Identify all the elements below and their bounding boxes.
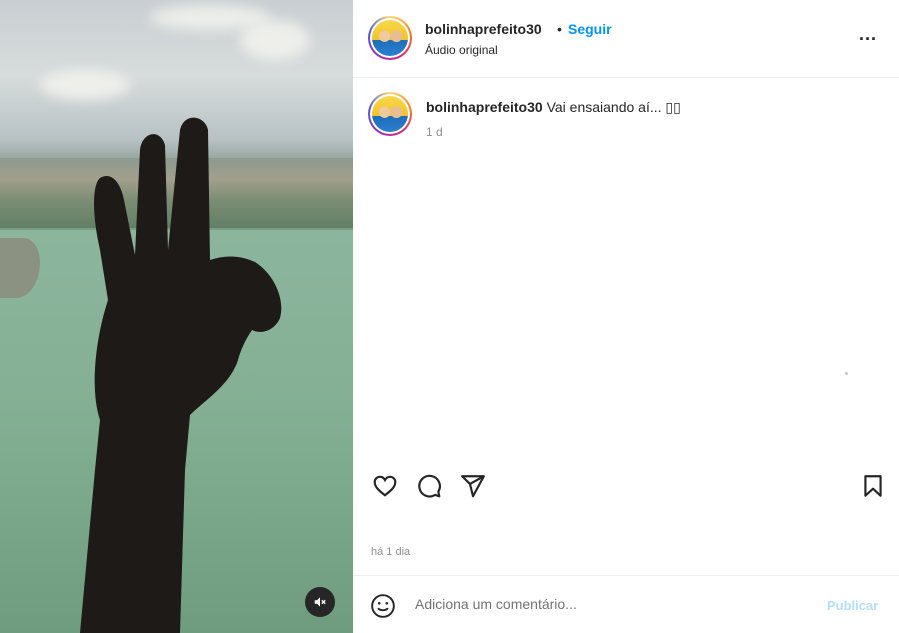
caption-username[interactable]: bolinhaprefeito30: [426, 99, 543, 115]
author-avatar[interactable]: [368, 16, 412, 60]
post-date[interactable]: há 1 dia: [371, 546, 410, 558]
post-caption: bolinhaprefeito30 Vai ensaiando aí... ▯▯…: [353, 78, 899, 178]
post-video[interactable]: [0, 0, 353, 633]
caption-timestamp: 1 d: [426, 125, 443, 139]
comment-bar: Publicar: [353, 575, 899, 633]
caption-avatar[interactable]: [368, 92, 412, 136]
comment-input[interactable]: [415, 596, 815, 612]
speaker-muted-icon: [314, 597, 326, 607]
separator-dot: •: [557, 21, 562, 37]
save-button[interactable]: [857, 470, 889, 502]
heart-icon: [373, 475, 397, 497]
author-username[interactable]: bolinhaprefeito30: [425, 21, 542, 37]
loading-speck: [845, 372, 848, 375]
comment-icon: [418, 474, 441, 498]
action-bar: [353, 470, 899, 510]
audio-label[interactable]: Áudio original: [425, 43, 498, 57]
hand-silhouette: [80, 117, 282, 633]
post-details-panel: bolinhaprefeito30 • Seguir Áudio origina…: [353, 0, 899, 633]
publish-button[interactable]: Publicar: [827, 598, 878, 613]
like-button[interactable]: [369, 470, 401, 502]
more-options-icon[interactable]: ...: [859, 24, 877, 45]
emoji-icon[interactable]: [370, 593, 396, 619]
mute-button[interactable]: [305, 587, 335, 617]
paper-plane-icon: [461, 475, 485, 498]
post-header: bolinhaprefeito30 • Seguir Áudio origina…: [353, 0, 899, 78]
comment-button[interactable]: [413, 470, 445, 502]
bookmark-icon: [864, 475, 882, 497]
caption-text-line: bolinhaprefeito30 Vai ensaiando aí... ▯▯: [426, 99, 681, 116]
caption-text: Vai ensaiando aí... ▯▯: [546, 99, 681, 115]
follow-button[interactable]: Seguir: [568, 21, 612, 37]
share-button[interactable]: [457, 470, 489, 502]
